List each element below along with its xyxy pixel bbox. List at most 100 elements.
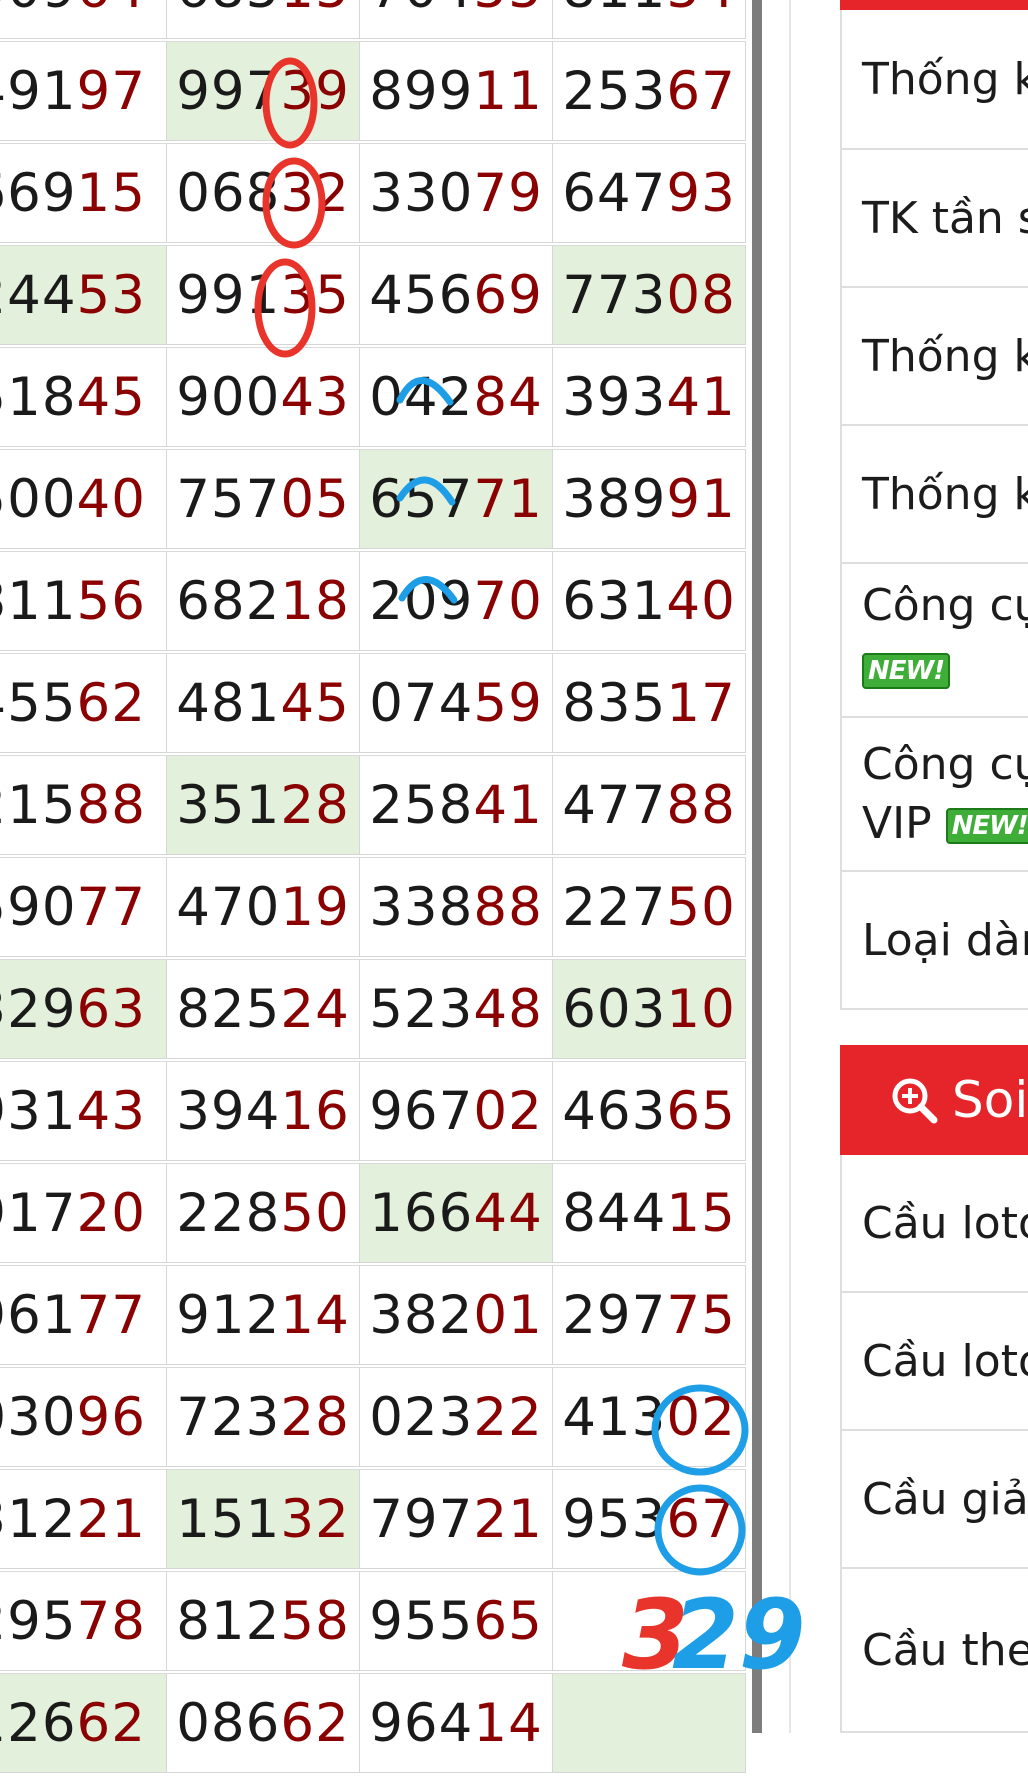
number-tail: 50 [666,876,736,938]
number-tail: 62 [280,1692,350,1754]
number-head: 811 [562,0,666,20]
number-head: 657 [369,468,474,530]
result-cell: 297 75 [552,1265,746,1365]
number-head: 338 [369,876,474,938]
number-tail: 40 [76,468,146,530]
result-cell: 835 17 [552,653,746,753]
number-head: 009 [0,0,77,20]
number-tail: 79 [473,162,543,224]
result-cell: 81154 [552,0,746,39]
new-badge: NEW! [945,808,1028,844]
result-cell: 81156 [0,551,167,651]
result-cell: 481 45 [166,653,360,753]
result-cell: 91720 [0,1163,167,1263]
sidebar-item-1[interactable]: TK tần s [840,150,1028,288]
sidebar-item-2[interactable]: Thống k [840,288,1028,426]
table-row: 24453991354566977308 [0,245,758,348]
result-cell [552,1571,746,1671]
number-head: 389 [562,468,667,530]
sidebar-item-label: Thống k [862,53,1028,105]
number-head: 228 [176,1182,281,1244]
result-cell: 477 88 [552,755,746,855]
sidebar-item-label-2: VIP [862,798,932,849]
table-row: 45562481450745983517 [0,653,758,756]
scroll-divider [752,0,762,1733]
number-head: 126 [0,1692,77,1754]
result-cell [552,1673,746,1773]
number-tail: 02 [666,1386,736,1448]
table-row: 93143394169670246365 [0,1061,758,1164]
number-head: 669 [0,162,77,224]
number-head: 797 [369,1488,474,1550]
table-row: 81156682182097063140 [0,551,758,654]
number-tail: 63 [76,978,146,1040]
result-cell: 51845 [0,347,167,447]
result-cell: 074 59 [359,653,553,753]
number-tail: 35 [280,264,350,326]
number-tail: 41 [473,774,543,836]
result-cell: 32963 [0,959,167,1059]
sidebar-item-5[interactable]: Công cụ VIP NEW! [840,718,1028,872]
result-cell: 45562 [0,653,167,753]
sidebar-item-6[interactable]: Loại dàn [840,872,1028,1010]
number-head: 297 [562,1284,667,1346]
soi-item-label: Cầu theo [862,1624,1028,1676]
result-cell: 382 01 [359,1265,553,1365]
number-head: 844 [562,1182,667,1244]
result-cell: 456 69 [359,245,553,345]
result-cell: 66915 [0,143,167,243]
number-tail: 62 [76,672,146,734]
number-tail: 65 [473,1590,543,1652]
soi-item-0[interactable]: Cầu loto [840,1155,1028,1293]
result-cell: 50040 [0,449,167,549]
number-head: 312 [0,1488,77,1550]
number-tail: 02 [473,1080,543,1142]
result-cell: 394 16 [166,1061,360,1161]
number-tail: 62 [76,1692,146,1754]
number-tail: 43 [76,1080,146,1142]
number-tail: 08 [666,264,736,326]
result-cell: 389 91 [552,449,746,549]
sidebar-item-label: Công cụ [862,739,1028,790]
number-tail: 77 [76,1284,146,1346]
number-tail: 39 [280,60,350,122]
soi-item-2[interactable]: Cầu giải [840,1431,1028,1569]
number-tail: 69 [473,264,543,326]
result-cell: 603 10 [552,959,746,1059]
table-row: 32963825245234860310 [0,959,758,1062]
result-cell: 997 39 [166,41,360,141]
soi-item-1[interactable]: Cầu loto [840,1293,1028,1431]
number-head: 393 [562,366,667,428]
result-cell: 59077 [0,857,167,957]
sidebar-item-3[interactable]: Thống k [840,426,1028,564]
result-cell: 953 67 [552,1469,746,1569]
soi-section-header[interactable]: Soi [840,1045,1028,1155]
result-cell: 31221 [0,1469,167,1569]
result-cell: 899 11 [359,41,553,141]
sidebar-item-0[interactable]: Thống k [840,10,1028,150]
number-head: 964 [369,1692,474,1754]
table-row: 50040757056577138991 [0,449,758,552]
result-cell: 631 40 [552,551,746,651]
sidebar-item-4[interactable]: Công cụ NEW! [840,564,1028,718]
result-cell: 964 14 [359,1673,553,1773]
table-row: 21588351282584147788 [0,755,758,858]
number-head: 812 [176,1590,281,1652]
result-cell: 330 79 [359,143,553,243]
number-tail: 16 [280,1080,350,1142]
number-tail: 71 [473,468,543,530]
soi-item-label: Cầu loto [862,1335,1028,1387]
result-cell: 12662 [0,1673,167,1773]
number-head: 455 [0,672,77,734]
number-head: 330 [369,162,474,224]
number-head: 900 [176,366,281,428]
zoom-in-icon [892,1078,938,1124]
number-tail: 75 [666,1284,736,1346]
soi-item-3[interactable]: Cầu theo [840,1569,1028,1733]
number-head: 631 [562,570,667,632]
number-head: 030 [0,1386,77,1448]
number-tail: 88 [666,774,736,836]
result-cell: 991 35 [166,245,360,345]
number-head: 518 [0,366,77,428]
result-cell: 253 67 [552,41,746,141]
